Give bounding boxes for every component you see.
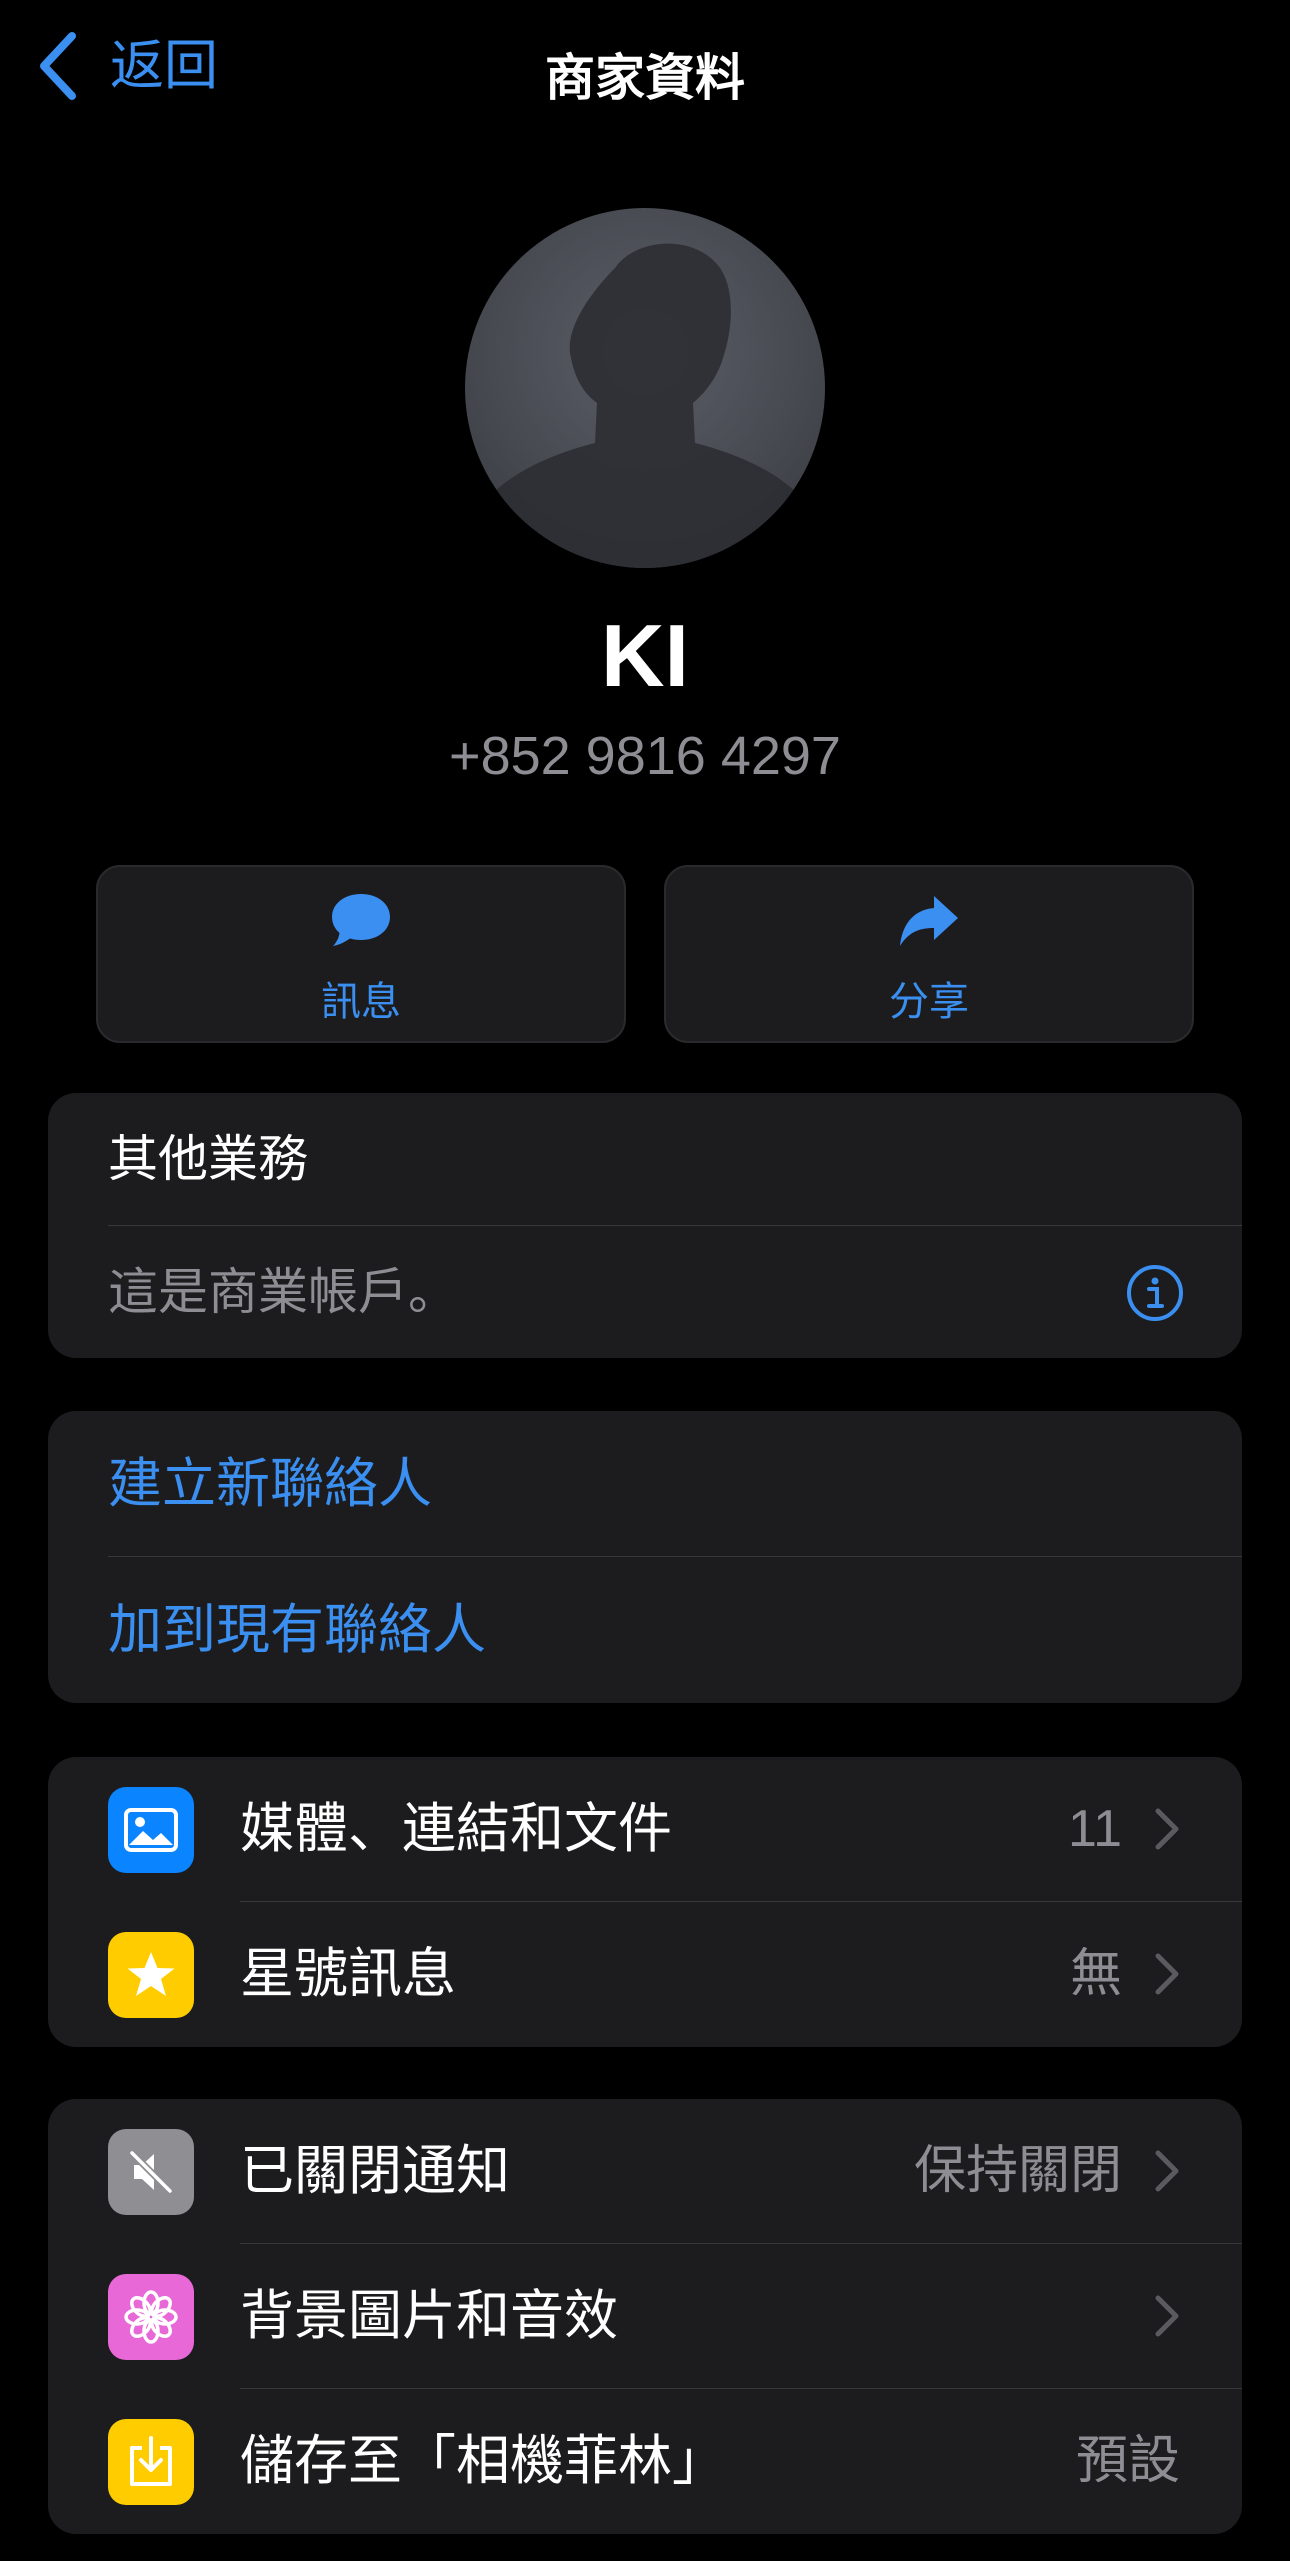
avatar[interactable] [465,208,825,568]
settings-card: 已關閉通知 保持關閉 背景圖片和音效 儲存至「相機菲林」 預設 [48,2099,1242,2534]
message-button[interactable]: 訊息 [96,865,626,1043]
phone-number[interactable]: +852 9816 4297 [0,725,1290,787]
wallpaper-sound-row[interactable]: 背景圖片和音效 [48,2244,1242,2389]
muted-notifications-value: 保持關閉 [913,2142,1122,2200]
chevron-right-icon [1155,1808,1179,1850]
speaker-muted-icon [108,2129,194,2215]
starred-messages-row[interactable]: 星號訊息 無 [48,1902,1242,2047]
add-existing-contact[interactable]: 加到現有聯絡人 [108,1557,486,1703]
person-silhouette-icon [480,243,810,568]
chevron-right-icon [1155,2150,1179,2192]
business-account-row[interactable]: 這是商業帳戶。 [48,1226,1242,1358]
media-links-docs-row[interactable]: 媒體、連結和文件 11 [48,1757,1242,1902]
save-to-camera-roll-row[interactable]: 儲存至「相機菲林」 預設 [48,2389,1242,2534]
business-category-row: 其他業務 [48,1093,1242,1226]
create-new-contact-row[interactable]: 建立新聯絡人 [48,1411,1242,1557]
starred-messages-value: 無 [1069,1945,1122,2003]
page-title: 商家資料 [545,50,745,106]
wallpaper-sound-label: 背景圖片和音效 [240,2286,618,2346]
share-label: 分享 [889,980,969,1024]
muted-notifications-label: 已關閉通知 [240,2141,510,2201]
media-card: 媒體、連結和文件 11 星號訊息 無 [48,1757,1242,2047]
save-to-camera-roll-value: 預設 [1075,2432,1180,2490]
create-new-contact[interactable]: 建立新聯絡人 [108,1411,432,1557]
chevron-right-icon [1155,1953,1179,1995]
flower-icon [108,2274,194,2360]
chevron-right-icon [1155,2295,1179,2337]
business-account-note: 這是商業帳戶。 [108,1264,458,1320]
contact-actions-card: 建立新聯絡人 加到現有聯絡人 [48,1411,1242,1703]
media-count: 11 [1068,1800,1122,1858]
save-to-camera-roll-label: 儲存至「相機菲林」 [240,2431,726,2491]
contact-name: KI [601,606,689,705]
navigation-bar: 返回 商家資料 [0,0,1290,140]
business-category: 其他業務 [108,1131,308,1187]
star-icon [108,1932,194,2018]
save-download-icon [108,2419,194,2505]
message-label: 訊息 [321,980,401,1024]
photo-icon [108,1787,194,1873]
message-bubble-icon [332,894,390,946]
muted-notifications-row[interactable]: 已關閉通知 保持關閉 [48,2099,1242,2244]
share-arrow-icon [900,896,958,946]
info-icon[interactable] [1126,1264,1184,1322]
media-links-docs-label: 媒體、連結和文件 [240,1799,672,1859]
share-button[interactable]: 分享 [664,865,1194,1043]
starred-messages-label: 星號訊息 [240,1944,456,2004]
business-info-card: 其他業務 這是商業帳戶。 [48,1093,1242,1358]
add-existing-contact-row[interactable]: 加到現有聯絡人 [48,1557,1242,1703]
